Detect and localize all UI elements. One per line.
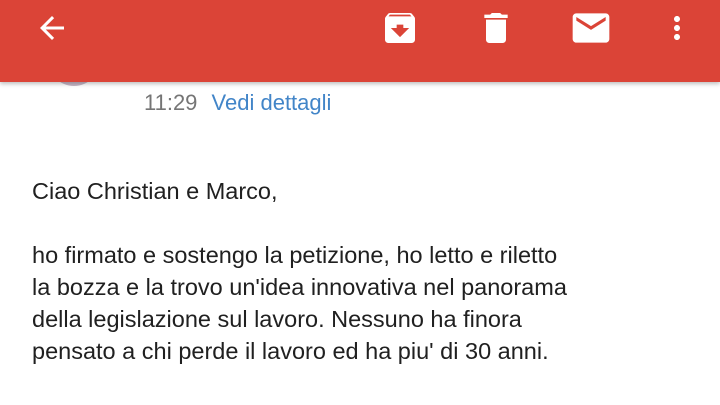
trash-icon — [484, 13, 508, 43]
view-details-link[interactable]: Vedi dettagli — [212, 90, 332, 115]
delete-button[interactable] — [466, 0, 526, 56]
message-greeting: Ciao Christian e Marco, — [32, 178, 278, 204]
message-header-meta: 11:29 Vedi dettagli — [144, 88, 331, 118]
message-line: la bozza e la trovo un'idea innovativa n… — [32, 274, 567, 300]
arrow-left-icon — [40, 16, 64, 40]
more-vertical-icon — [674, 16, 680, 40]
message-body: Ciao Christian e Marco, ho firmato e sos… — [32, 175, 712, 367]
envelope-icon — [572, 13, 610, 43]
message-line: ho firmato e sostengo la petizione, ho l… — [32, 242, 558, 268]
more-options-button[interactable] — [647, 0, 707, 56]
mark-unread-button[interactable] — [561, 0, 621, 56]
message-time: 11:29 — [144, 90, 198, 115]
archive-icon — [385, 13, 415, 43]
back-button[interactable] — [22, 0, 82, 56]
message-paragraph: ho firmato e sostengo la petizione, ho l… — [32, 239, 712, 367]
top-app-bar — [0, 0, 720, 82]
message-line: della legislazione sul lavoro. Nessuno h… — [32, 306, 522, 332]
message-line: pensato a chi perde il lavoro ed ha piu'… — [32, 338, 549, 364]
archive-button[interactable] — [370, 0, 430, 56]
